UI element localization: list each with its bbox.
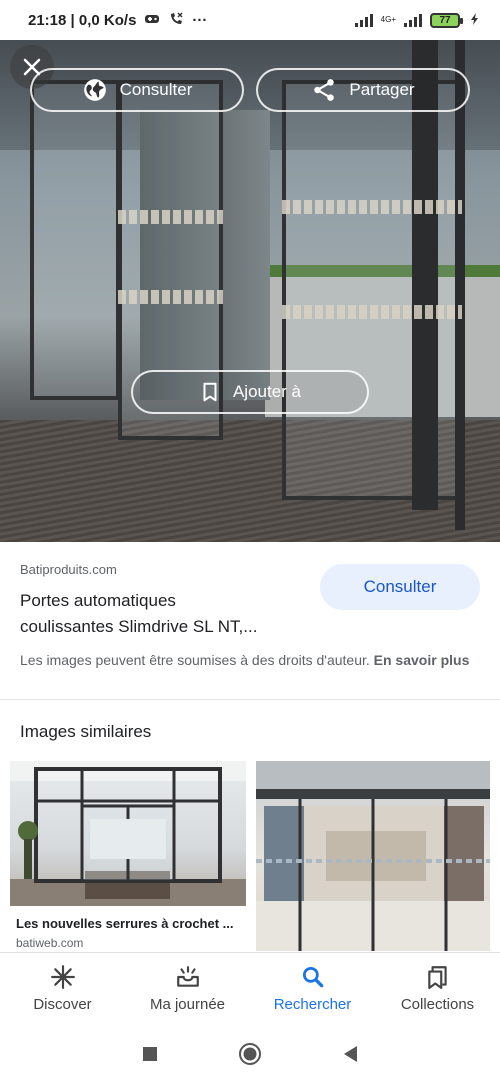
- inbox-sparkle-icon: [176, 966, 199, 987]
- status-bar: 21:18 | 0,0 Ko/s ··· 4G+ 77: [0, 0, 500, 40]
- learn-more-link[interactable]: En savoir plus: [374, 652, 470, 668]
- image-glass-panel: [30, 80, 120, 400]
- system-navigation-bar: [0, 1024, 500, 1084]
- globe-icon: [83, 79, 106, 101]
- status-more-icon: ···: [192, 11, 208, 29]
- signal-icon: [354, 13, 373, 27]
- charging-icon: [468, 12, 482, 29]
- network-type-label: 4G+: [380, 15, 396, 24]
- consult-button[interactable]: Consulter: [320, 564, 480, 610]
- divider: [0, 699, 500, 700]
- share-pill-button[interactable]: Partager: [256, 68, 470, 112]
- image-glass-marking: [118, 210, 223, 224]
- image-glass-marking: [118, 290, 223, 304]
- preview-image[interactable]: Consulter Partager Ajouter à: [0, 40, 500, 542]
- share-pill-label: Partager: [349, 80, 415, 99]
- result-source[interactable]: Batiproduits.com: [20, 562, 117, 577]
- nav-collections[interactable]: Collections: [375, 953, 500, 1024]
- similar-images-heading: Images similaires: [20, 722, 152, 741]
- bottom-navigation: Discover Ma journée Rechercher Collectio…: [0, 952, 500, 1024]
- collections-icon: [427, 966, 447, 989]
- similar-image-thumbnail[interactable]: [256, 761, 490, 951]
- consult-pill-label: Consulter: [119, 80, 193, 99]
- rights-notice: Les images peuvent être soumises à des d…: [20, 650, 480, 671]
- nav-discover-label: Discover: [33, 996, 92, 1013]
- recent-apps-button[interactable]: [142, 1046, 158, 1062]
- home-button[interactable]: [238, 1042, 262, 1066]
- google-lens-image-viewer: 21:18 | 0,0 Ko/s ··· 4G+ 77 Consulter Pa…: [0, 0, 500, 1084]
- consult-pill-button[interactable]: Consulter: [30, 68, 244, 112]
- gamepad-icon: [144, 12, 160, 28]
- asterisk-icon: [50, 965, 75, 989]
- result-title-line2: coulissantes Slimdrive SL NT,...: [20, 617, 258, 636]
- nav-ma-journee[interactable]: Ma journée: [125, 953, 250, 1024]
- result-title-line1: Portes automatiques: [20, 591, 176, 610]
- similar-image-caption[interactable]: Les nouvelles serrures à crochet ...: [16, 916, 244, 931]
- similar-image-source: batiweb.com: [16, 936, 84, 950]
- bookmark-icon: [203, 382, 217, 402]
- status-time-speed: 21:18 | 0,0 Ko/s: [28, 11, 137, 29]
- battery-icon: 77: [430, 12, 463, 28]
- nav-rechercher[interactable]: Rechercher: [250, 953, 375, 1024]
- add-to-pill-button[interactable]: Ajouter à: [131, 370, 369, 414]
- nav-collections-label: Collections: [400, 996, 475, 1013]
- back-button[interactable]: [342, 1045, 358, 1063]
- missed-call-icon: [168, 11, 184, 30]
- search-icon: [302, 966, 323, 988]
- similar-image-2-picture: [256, 761, 490, 951]
- result-title[interactable]: Portes automatiques coulissantes Slimdri…: [20, 588, 310, 640]
- signal-icon-2: [404, 13, 422, 27]
- share-icon: [314, 79, 335, 101]
- similar-image-thumbnail[interactable]: [10, 761, 246, 906]
- nav-ma-journee-label: Ma journée: [149, 996, 226, 1013]
- add-to-pill-label: Ajouter à: [232, 382, 302, 401]
- image-door-frame: [455, 40, 465, 530]
- image-glass-marking: [282, 200, 462, 214]
- image-glass-marking: [282, 305, 462, 319]
- nav-rechercher-label: Rechercher: [273, 996, 352, 1013]
- similar-image-1-picture: [10, 761, 246, 906]
- nav-discover[interactable]: Discover: [0, 953, 125, 1024]
- rights-text: Les images peuvent être soumises à des d…: [20, 652, 370, 668]
